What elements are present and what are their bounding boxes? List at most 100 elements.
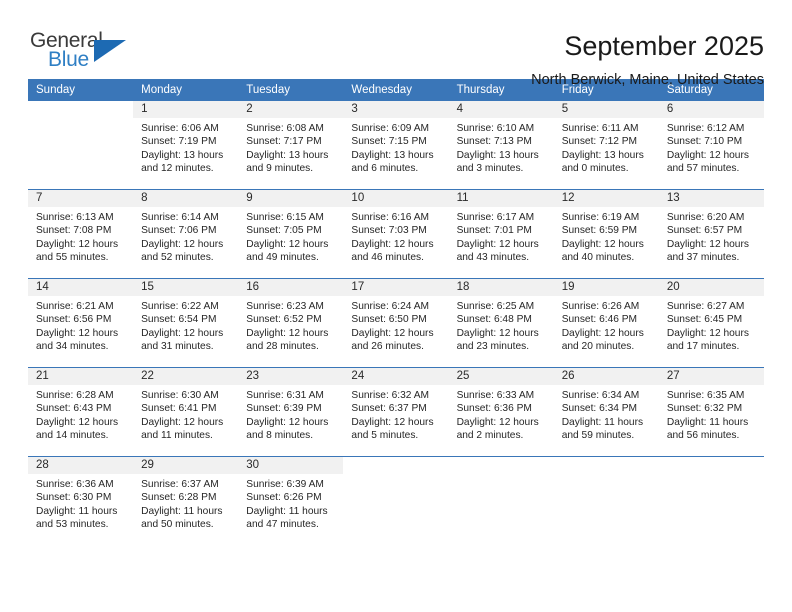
calendar-day-cell[interactable]: 21 Sunrise: 6:28 AM Sunset: 6:43 PM Dayligh…	[28, 367, 134, 457]
day-number: 18	[448, 279, 554, 296]
calendar-day-cell[interactable]: 26 Sunrise: 6:34 AM Sunset: 6:34 PM Dayligh…	[553, 367, 659, 457]
calendar-day-cell[interactable]: 9 Sunrise: 6:15 AM Sunset: 7:05 PM Daylight…	[238, 189, 344, 279]
day-details: Sunrise: 6:39 AM Sunset: 6:26 PM Daylight:…	[238, 474, 343, 532]
daylight-text-line1: Daylight: 11 hours	[561, 416, 644, 428]
day-number: 17	[343, 279, 449, 296]
daylight-text-line2: and 34 minutes.	[36, 341, 109, 353]
sunrise-text: Sunrise: 6:12 AM	[666, 123, 745, 134]
day-cell-inner: 14 Sunrise: 6:21 AM Sunset: 6:56 PM Dayligh…	[28, 279, 134, 367]
calendar-day-cell[interactable]: 8 Sunrise: 6:14 AM Sunset: 7:06 PM Daylight…	[133, 189, 239, 279]
daylight-text-line1: Daylight: 12 hours	[36, 416, 119, 428]
calendar-day-cell[interactable]: 20 Sunrise: 6:27 AM Sunset: 6:45 PM Dayligh…	[658, 278, 764, 368]
day-details	[28, 118, 133, 122]
day-number: 6	[658, 101, 764, 118]
daylight-text-line2: and 23 minutes.	[456, 341, 530, 353]
day-details: Sunrise: 6:35 AM Sunset: 6:32 PM Daylight:…	[659, 385, 764, 443]
daylight-text-line2: and 59 minutes.	[561, 430, 635, 442]
day-details: Sunrise: 6:13 AM Sunset: 7:08 PM Daylight:…	[28, 207, 133, 265]
sunset-text: Sunset: 6:54 PM	[141, 314, 217, 326]
calendar-day-cell[interactable]: 30 Sunrise: 6:39 AM Sunset: 6:26 PM Dayligh…	[238, 456, 344, 545]
sunrise-text: Sunrise: 6:33 AM	[456, 390, 535, 401]
general-blue-logo[interactable]: General Blue	[28, 30, 140, 78]
day-cell-inner: 27 Sunrise: 6:35 AM Sunset: 6:32 PM Dayligh…	[658, 368, 764, 456]
day-number: 24	[343, 368, 449, 385]
calendar-day-cell[interactable]: 13 Sunrise: 6:20 AM Sunset: 6:57 PM Dayligh…	[658, 189, 764, 279]
sunset-text: Sunset: 6:52 PM	[246, 314, 322, 326]
day-details: Sunrise: 6:37 AM Sunset: 6:28 PM Daylight:…	[133, 474, 238, 532]
calendar-day-cell[interactable]: 28 Sunrise: 6:36 AM Sunset: 6:30 PM Dayligh…	[28, 456, 134, 545]
day-details: Sunrise: 6:15 AM Sunset: 7:05 PM Daylight:…	[238, 207, 343, 265]
day-cell-inner: 8 Sunrise: 6:14 AM Sunset: 7:06 PM Daylight…	[133, 190, 239, 278]
calendar-day-cell[interactable]: 6 Sunrise: 6:12 AM Sunset: 7:10 PM Daylight…	[658, 101, 764, 190]
calendar-day-cell[interactable]: 29 Sunrise: 6:37 AM Sunset: 6:28 PM Dayligh…	[133, 456, 239, 545]
sunset-text: Sunset: 7:05 PM	[246, 225, 322, 237]
daylight-text-line1: Daylight: 13 hours	[246, 149, 329, 161]
calendar-day-cell[interactable]: 7 Sunrise: 6:13 AM Sunset: 7:08 PM Daylight…	[28, 189, 134, 279]
calendar-day-cell[interactable]: 18 Sunrise: 6:25 AM Sunset: 6:48 PM Dayligh…	[448, 278, 554, 368]
day-details: Sunrise: 6:23 AM Sunset: 6:52 PM Daylight:…	[238, 296, 343, 354]
calendar-day-cell[interactable]: 4 Sunrise: 6:10 AM Sunset: 7:13 PM Daylight…	[448, 101, 554, 190]
calendar-day-cell[interactable]: 17 Sunrise: 6:24 AM Sunset: 6:50 PM Dayligh…	[343, 278, 449, 368]
daylight-text-line1: Daylight: 12 hours	[141, 416, 224, 428]
daylight-text-line2: and 11 minutes.	[141, 430, 213, 442]
daylight-text-line2: and 14 minutes.	[36, 430, 109, 442]
day-cell-inner: 19 Sunrise: 6:26 AM Sunset: 6:46 PM Dayligh…	[553, 279, 659, 367]
calendar-day-cell[interactable]: 1 Sunrise: 6:06 AM Sunset: 7:19 PM Daylight…	[133, 101, 239, 190]
day-cell-inner: 23 Sunrise: 6:31 AM Sunset: 6:39 PM Dayligh…	[238, 368, 344, 456]
calendar-day-cell[interactable]: 10 Sunrise: 6:16 AM Sunset: 7:03 PM Dayligh…	[343, 189, 449, 279]
calendar-day-cell[interactable]: 22 Sunrise: 6:30 AM Sunset: 6:41 PM Dayligh…	[133, 367, 239, 457]
day-details: Sunrise: 6:06 AM Sunset: 7:19 PM Daylight:…	[133, 118, 238, 176]
calendar-day-cell[interactable]: 2 Sunrise: 6:08 AM Sunset: 7:17 PM Daylight…	[238, 101, 344, 190]
day-cell-inner: 20 Sunrise: 6:27 AM Sunset: 6:45 PM Dayligh…	[658, 279, 764, 367]
calendar-day-cell[interactable]: 11 Sunrise: 6:17 AM Sunset: 7:01 PM Dayligh…	[448, 189, 554, 279]
sunrise-text: Sunrise: 6:25 AM	[456, 301, 535, 312]
sunrise-text: Sunrise: 6:35 AM	[666, 390, 745, 401]
daylight-text-line1: Daylight: 12 hours	[456, 238, 539, 250]
calendar-day-cell[interactable]: 5 Sunrise: 6:11 AM Sunset: 7:12 PM Daylight…	[553, 101, 659, 190]
sunrise-text: Sunrise: 6:08 AM	[246, 123, 324, 134]
sunrise-text: Sunrise: 6:09 AM	[351, 123, 430, 134]
sunrise-text: Sunrise: 6:28 AM	[36, 390, 114, 401]
sunset-text: Sunset: 6:41 PM	[141, 403, 217, 415]
sunset-text: Sunset: 6:26 PM	[246, 492, 322, 504]
day-cell-inner	[658, 457, 764, 545]
daylight-text-line2: and 2 minutes.	[456, 430, 524, 442]
day-details: Sunrise: 6:20 AM Sunset: 6:57 PM Daylight:…	[659, 207, 764, 265]
calendar-empty-cell	[343, 456, 449, 545]
day-details: Sunrise: 6:28 AM Sunset: 6:43 PM Daylight:…	[28, 385, 133, 443]
day-number: 15	[133, 279, 239, 296]
day-cell-inner: 9 Sunrise: 6:15 AM Sunset: 7:05 PM Daylight…	[238, 190, 344, 278]
sunrise-text: Sunrise: 6:27 AM	[666, 301, 745, 312]
sunset-text: Sunset: 7:13 PM	[456, 136, 532, 148]
daylight-text-line2: and 20 minutes.	[561, 341, 635, 353]
calendar-day-cell[interactable]: 14 Sunrise: 6:21 AM Sunset: 6:56 PM Dayligh…	[28, 278, 134, 368]
day-number: 4	[448, 101, 554, 118]
sunrise-text: Sunrise: 6:30 AM	[141, 390, 219, 401]
day-details: Sunrise: 6:19 AM Sunset: 6:59 PM Daylight:…	[554, 207, 659, 265]
sunset-text: Sunset: 6:34 PM	[561, 403, 638, 415]
calendar-empty-cell	[658, 456, 764, 545]
calendar-day-cell[interactable]: 27 Sunrise: 6:35 AM Sunset: 6:32 PM Dayligh…	[658, 367, 764, 457]
daylight-text-line1: Daylight: 12 hours	[666, 327, 749, 339]
daylight-text-line2: and 50 minutes.	[141, 519, 214, 531]
calendar-day-cell[interactable]: 15 Sunrise: 6:22 AM Sunset: 6:54 PM Dayligh…	[133, 278, 239, 368]
calendar-day-cell[interactable]: 16 Sunrise: 6:23 AM Sunset: 6:52 PM Dayligh…	[238, 278, 344, 368]
day-details: Sunrise: 6:16 AM Sunset: 7:03 PM Daylight:…	[343, 207, 448, 265]
calendar-day-cell[interactable]: 24 Sunrise: 6:32 AM Sunset: 6:37 PM Dayligh…	[343, 367, 449, 457]
sunrise-text: Sunrise: 6:22 AM	[141, 301, 219, 312]
sunset-text: Sunset: 6:39 PM	[246, 403, 322, 415]
day-number: 27	[658, 368, 764, 385]
day-details: Sunrise: 6:31 AM Sunset: 6:39 PM Daylight:…	[238, 385, 343, 443]
calendar-day-cell[interactable]: 23 Sunrise: 6:31 AM Sunset: 6:39 PM Dayligh…	[238, 367, 344, 457]
sunrise-text: Sunrise: 6:13 AM	[36, 212, 114, 223]
calendar-day-cell[interactable]: 12 Sunrise: 6:19 AM Sunset: 6:59 PM Dayligh…	[553, 189, 659, 279]
calendar-day-cell[interactable]: 25 Sunrise: 6:33 AM Sunset: 6:36 PM Dayligh…	[448, 367, 554, 457]
daylight-text-line1: Daylight: 11 hours	[246, 505, 328, 517]
day-cell-inner: 22 Sunrise: 6:30 AM Sunset: 6:41 PM Dayligh…	[133, 368, 239, 456]
day-cell-inner: 25 Sunrise: 6:33 AM Sunset: 6:36 PM Dayligh…	[448, 368, 554, 456]
calendar-day-cell[interactable]: 19 Sunrise: 6:26 AM Sunset: 6:46 PM Dayligh…	[553, 278, 659, 368]
sunrise-text: Sunrise: 6:15 AM	[246, 212, 324, 223]
calendar-week-row: 1 Sunrise: 6:06 AM Sunset: 7:19 PM Daylight…	[28, 101, 764, 190]
sunset-text: Sunset: 6:59 PM	[561, 225, 638, 237]
calendar-day-cell[interactable]: 3 Sunrise: 6:09 AM Sunset: 7:15 PM Daylight…	[343, 101, 449, 190]
